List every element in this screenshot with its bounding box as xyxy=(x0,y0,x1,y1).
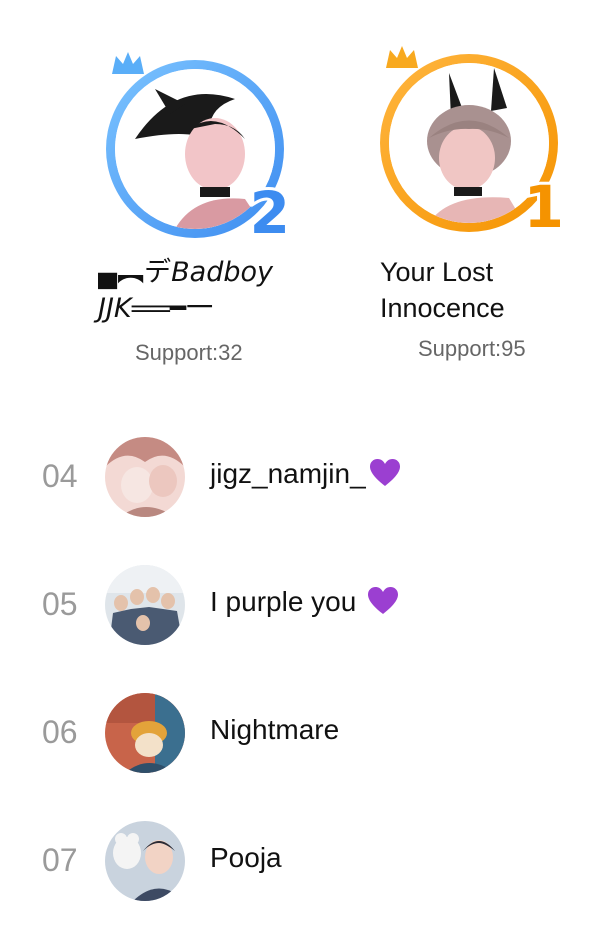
user-name: Pooja xyxy=(210,842,282,873)
support-count: Support:32 xyxy=(135,340,243,365)
avatar-image xyxy=(105,693,185,773)
list-item[interactable]: 07 Pooja xyxy=(0,816,600,906)
list-item[interactable]: 05 I purple you xyxy=(0,560,600,650)
purple-heart-icon xyxy=(368,587,399,614)
support-count: Support:95 xyxy=(418,336,526,361)
user-name-text: jigz_namjin_ xyxy=(210,458,366,489)
rank-number: 05 xyxy=(42,586,78,622)
rank-number: 07 xyxy=(42,842,78,878)
crown-icon xyxy=(112,52,144,74)
rank-number: 04 xyxy=(42,458,78,494)
podium-rank-1[interactable]: 1 Your Lost Innocence Support:95 xyxy=(380,30,600,375)
podium-avatar-wrap: 2 xyxy=(106,40,306,247)
avatar-image xyxy=(105,437,185,517)
user-name: I purple you xyxy=(210,586,399,618)
podium-name: Your Lost Innocence xyxy=(380,257,505,323)
avatar-image xyxy=(105,821,185,901)
rank-badge: 2 xyxy=(247,179,293,247)
avatar[interactable] xyxy=(105,821,185,901)
user-name: jigz_namjin_ xyxy=(210,458,400,490)
rank-number: 06 xyxy=(42,714,78,750)
podium-avatar-wrap: 1 xyxy=(380,34,580,241)
avatar[interactable] xyxy=(105,693,185,773)
podium-rank-2[interactable]: 2 ▄︻デ𝘉𝘢𝘥𝘣𝘰𝘺 𝘑𝘑𝘒══━一 Support:32 xyxy=(98,30,318,375)
crown-icon xyxy=(386,46,418,68)
avatar-image xyxy=(105,565,185,645)
avatar[interactable] xyxy=(105,437,185,517)
list-item[interactable]: 06 Nightmare xyxy=(0,688,600,778)
purple-heart-icon xyxy=(369,459,400,486)
list-item[interactable]: 04 jigz_namjin_ xyxy=(0,432,600,522)
user-name: Nightmare xyxy=(210,714,340,745)
avatar[interactable] xyxy=(105,565,185,645)
user-name-text: I purple you xyxy=(210,586,365,617)
podium-name: ▄︻デ𝘉𝘢𝘥𝘣𝘰𝘺 𝘑𝘑𝘒══━一 xyxy=(98,257,273,323)
rank-badge: 1 xyxy=(521,173,567,241)
